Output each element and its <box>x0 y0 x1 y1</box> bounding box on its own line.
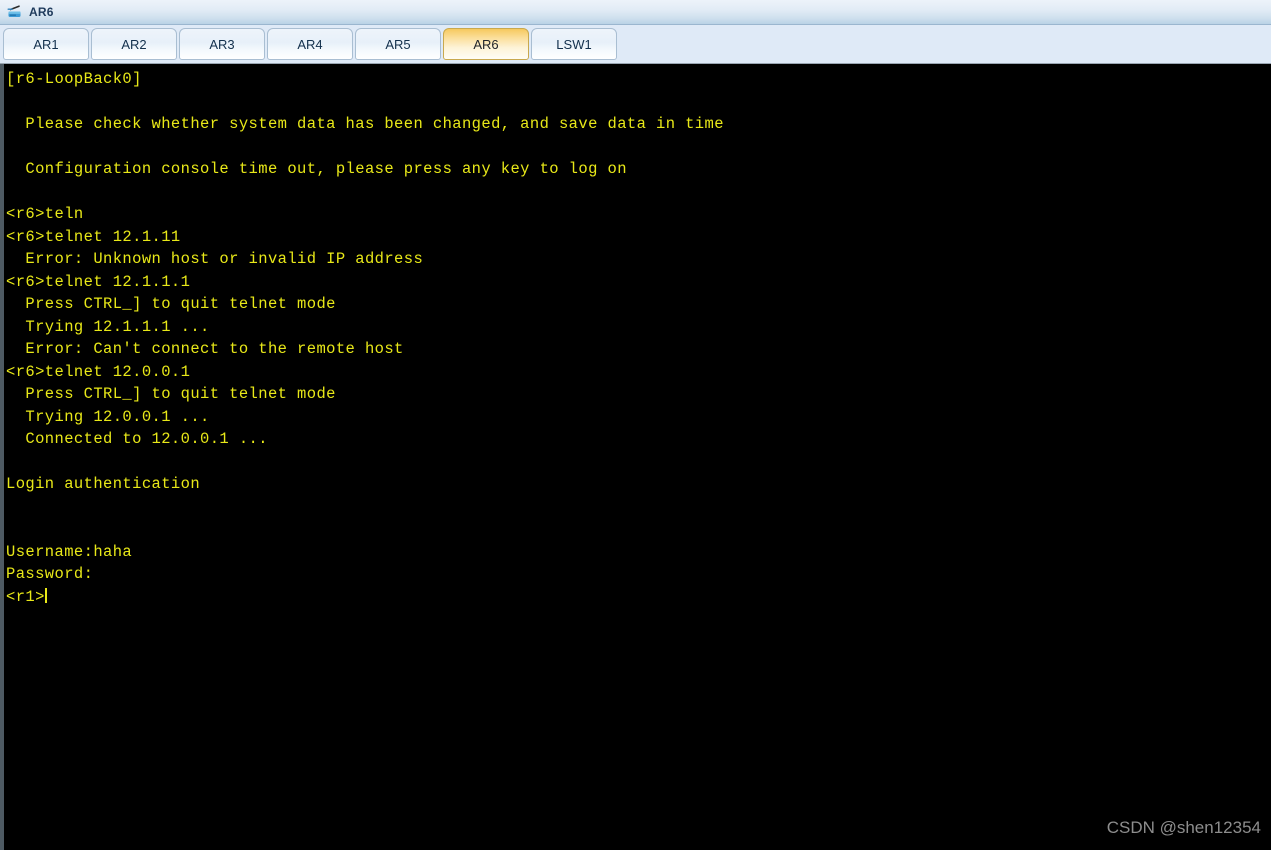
terminal-line: [r6-LoopBack0] <box>6 70 142 88</box>
terminal-line: Login authentication <box>6 475 201 493</box>
emulator-window: AR6 AR1 AR2 AR3 AR4 AR5 AR6 LSW1 [r6-LoopBack0… <box>0 0 1271 850</box>
tab-ar2[interactable]: AR2 <box>91 28 177 60</box>
terminal-line: <r6>telnet 12.1.1.1 <box>6 272 191 291</box>
window-title-label: AR6 <box>29 5 54 19</box>
terminal-line-text: <r1> <box>6 587 45 606</box>
tab-ar3[interactable]: AR3 <box>179 28 265 60</box>
tab-ar6[interactable]: AR6 <box>443 28 529 60</box>
terminal-line: Trying 12.1.1.1 ... <box>6 317 210 336</box>
terminal-line: Press CTRL_] to quit telnet mode <box>6 295 336 313</box>
terminal-cursor <box>44 587 47 603</box>
device-tab-bar: AR1 AR2 AR3 AR4 AR5 AR6 LSW1 <box>0 25 1271 64</box>
terminal-line: Error: Can't connect to the remote host <box>6 340 404 358</box>
terminal-line: Username:haha <box>6 542 133 561</box>
tab-ar4[interactable]: AR4 <box>267 28 353 60</box>
tab-ar1[interactable]: AR1 <box>3 28 89 60</box>
terminal-line: Press CTRL_] to quit telnet mode <box>6 385 336 403</box>
terminal-line: Configuration console time out, please p… <box>6 160 627 178</box>
terminal-line: Please check whether system data has bee… <box>6 115 724 133</box>
terminal-line: Password: <box>6 565 94 583</box>
terminal-line: Connected to 12.0.0.1 ... <box>6 430 268 448</box>
terminal-line: <r6>teln <box>6 205 84 223</box>
terminal-line: Error: Unknown host or invalid IP addres… <box>6 250 424 268</box>
terminal-line: <r1> <box>6 586 1271 609</box>
watermark-label: CSDN @shen12354 <box>1106 818 1261 837</box>
tab-lsw1[interactable]: LSW1 <box>531 28 617 60</box>
terminal-output: [r6-LoopBack0] Please check whether syst… <box>4 64 1271 608</box>
terminal-line: Trying 12.0.0.1 ... <box>6 407 210 426</box>
terminal-line: <r6>telnet 12.0.0.1 <box>6 362 191 381</box>
terminal-console[interactable]: [r6-LoopBack0] Please check whether syst… <box>0 64 1271 850</box>
window-title-bar: AR6 <box>0 0 1271 25</box>
tab-ar5[interactable]: AR5 <box>355 28 441 60</box>
router-icon <box>7 5 21 17</box>
terminal-line: <r6>telnet 12.1.11 <box>6 227 181 246</box>
